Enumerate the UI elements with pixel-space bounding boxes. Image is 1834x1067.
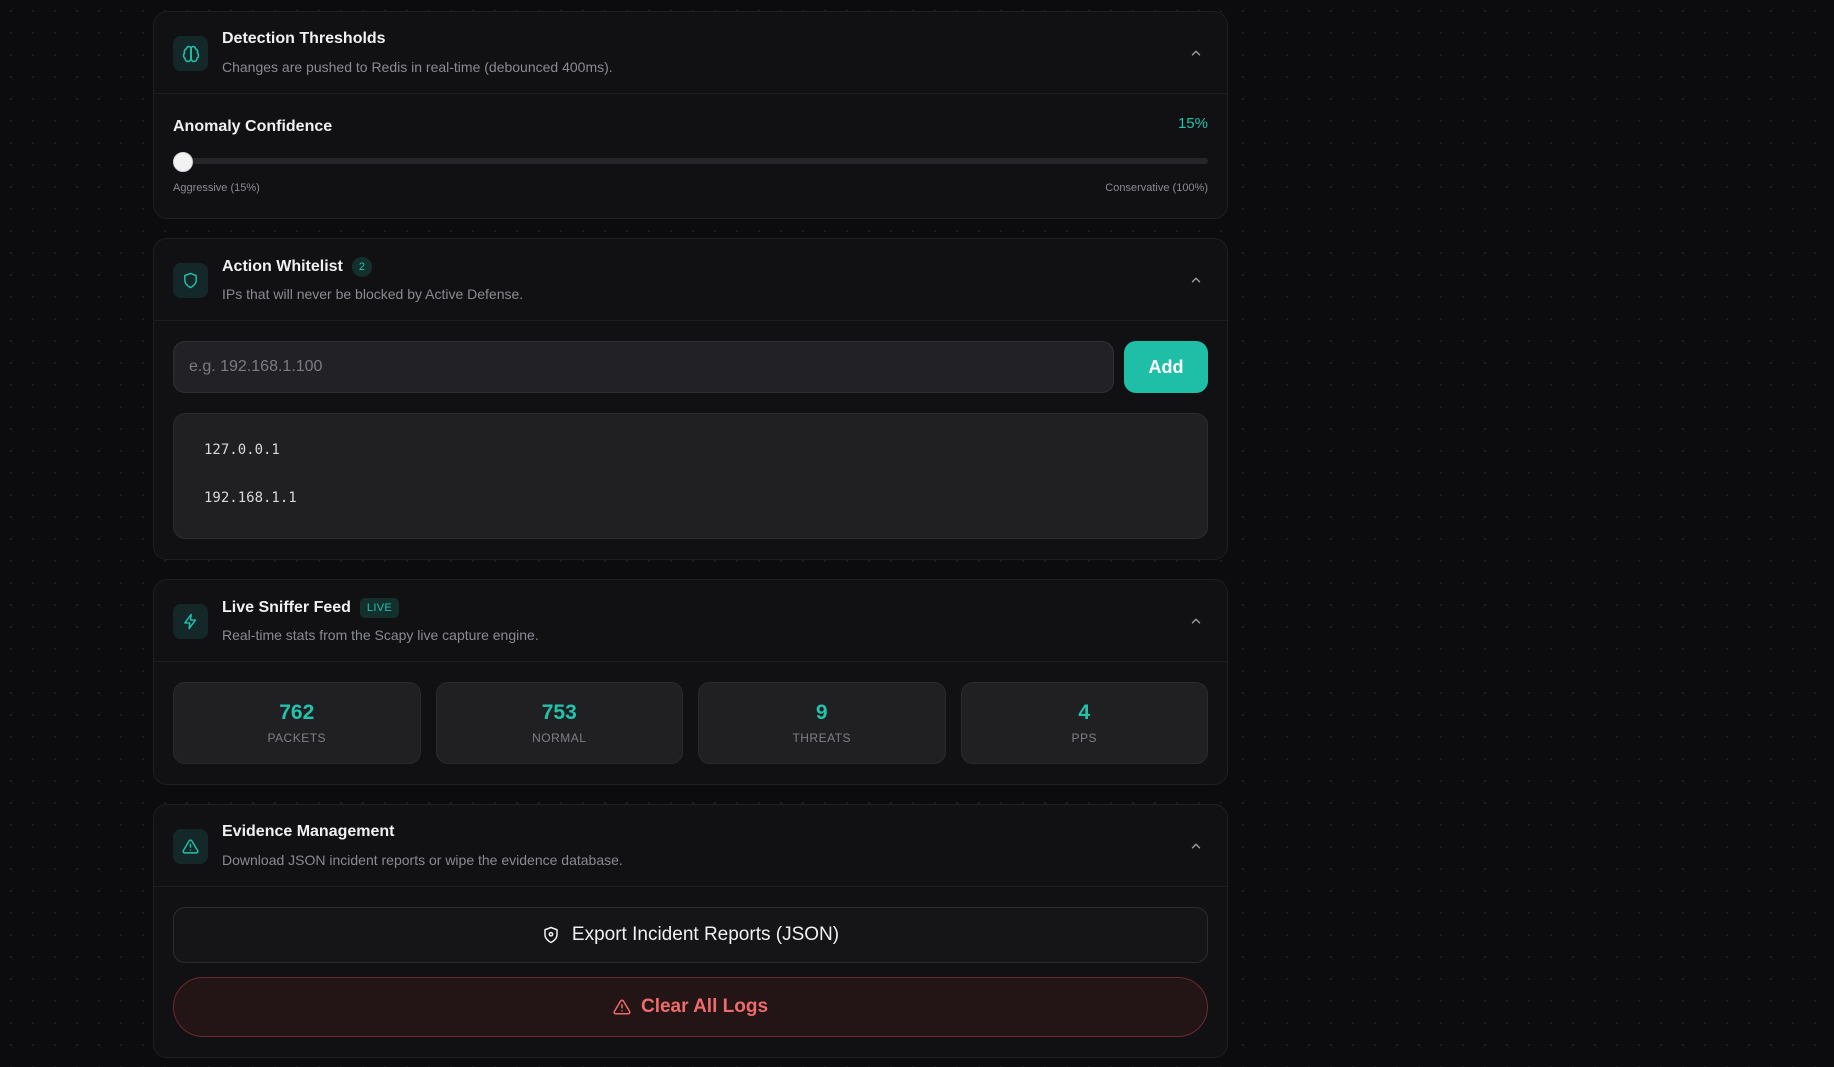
chevron-up-icon [1191,50,1201,56]
stat-label: THREATS [792,731,852,745]
action-whitelist-title: Action Whitelist [222,258,343,275]
detection-thresholds-body: Anomaly Confidence 15% Aggressive (15%) … [154,94,1227,218]
live-sniffer-title: Live Sniffer Feed [222,599,351,616]
detection-collapse-button[interactable] [1185,42,1207,64]
detection-thresholds-description: Changes are pushed to Redis in real-time… [222,59,613,75]
whitelist-entries: 127.0.0.1 192.168.1.1 [173,413,1208,539]
stat-value: 4 [1078,701,1091,724]
stat-label: NORMAL [532,731,587,745]
shield-icon [173,263,208,298]
whitelist-count-badge: 2 [351,257,372,277]
stat-pps: 4 PPS [960,682,1208,764]
export-reports-label: Export Incident Reports (JSON) [571,924,840,945]
evidence-collapse-button[interactable] [1185,835,1207,857]
live-sniffer-description: Real-time stats from the Scapy live capt… [222,627,539,643]
detection-thresholds-card: Detection Thresholds Changes are pushed … [153,11,1228,219]
live-sniffer-card: Live Sniffer Feed LIVE Real-time stats f… [153,579,1228,785]
ip-address-input[interactable] [173,341,1114,393]
whitelist-add-row: Add [173,341,1208,393]
whitelist-collapse-button[interactable] [1185,269,1207,291]
sniffer-stats: 762 PACKETS 753 NORMAL 9 THREATS 4 PPS [173,682,1208,764]
stat-value: 762 [279,701,315,724]
anomaly-confidence-value: 15% [1177,115,1208,132]
action-whitelist-body: Add 127.0.0.1 192.168.1.1 [154,321,1227,559]
settings-column: Detection Thresholds Changes are pushed … [153,11,1228,1058]
chevron-up-icon [1191,618,1201,624]
live-badge: LIVE [359,598,399,618]
evidence-management-card: Evidence Management Download JSON incide… [153,804,1228,1058]
evidence-management-description: Download JSON incident reports or wipe t… [222,852,623,868]
detection-thresholds-title: Detection Thresholds [222,30,386,47]
action-whitelist-header: Action Whitelist 2 IPs that will never b… [154,239,1227,321]
stat-label: PPS [1071,731,1097,745]
slider-track [173,158,1208,164]
stat-normal: 753 NORMAL [435,682,683,764]
slider-min-label: Aggressive (15%) [173,182,260,194]
stat-value: 753 [541,701,577,724]
anomaly-confidence-label: Anomaly Confidence [173,118,333,135]
whitelist-entry: 127.0.0.1 [204,442,280,458]
evidence-management-body: Export Incident Reports (JSON) Clear All… [154,887,1227,1057]
add-ip-button[interactable]: Add [1124,341,1208,393]
stat-value: 9 [815,701,828,724]
shield-check-icon [544,926,558,944]
evidence-management-header: Evidence Management Download JSON incide… [154,805,1227,887]
stat-threats: 9 THREATS [698,682,946,764]
slider-max-label: Conservative (100%) [1105,182,1208,194]
clear-logs-label: Clear All Logs [640,996,769,1017]
stat-packets: 762 PACKETS [173,682,421,764]
evidence-management-title: Evidence Management [222,823,395,840]
lightning-icon [173,604,208,639]
warning-triangle-icon [613,999,631,1015]
chevron-up-icon [1191,843,1201,849]
slider-thumb[interactable] [173,152,193,172]
action-whitelist-description: IPs that will never be blocked by Active… [222,286,524,302]
clear-logs-button[interactable]: Clear All Logs [173,977,1208,1037]
brain-icon [173,36,208,71]
stat-label: PACKETS [267,731,327,745]
anomaly-confidence-slider[interactable] [173,152,1208,172]
detection-thresholds-header: Detection Thresholds Changes are pushed … [154,12,1227,94]
live-sniffer-body: 762 PACKETS 753 NORMAL 9 THREATS 4 PPS [154,662,1227,784]
export-reports-button[interactable]: Export Incident Reports (JSON) [173,907,1208,963]
whitelist-entry: 192.168.1.1 [204,490,297,506]
chevron-up-icon [1191,277,1201,283]
live-sniffer-header: Live Sniffer Feed LIVE Real-time stats f… [154,580,1227,662]
action-whitelist-card: Action Whitelist 2 IPs that will never b… [153,238,1228,560]
sniffer-collapse-button[interactable] [1185,610,1207,632]
warning-triangle-icon [173,829,208,864]
